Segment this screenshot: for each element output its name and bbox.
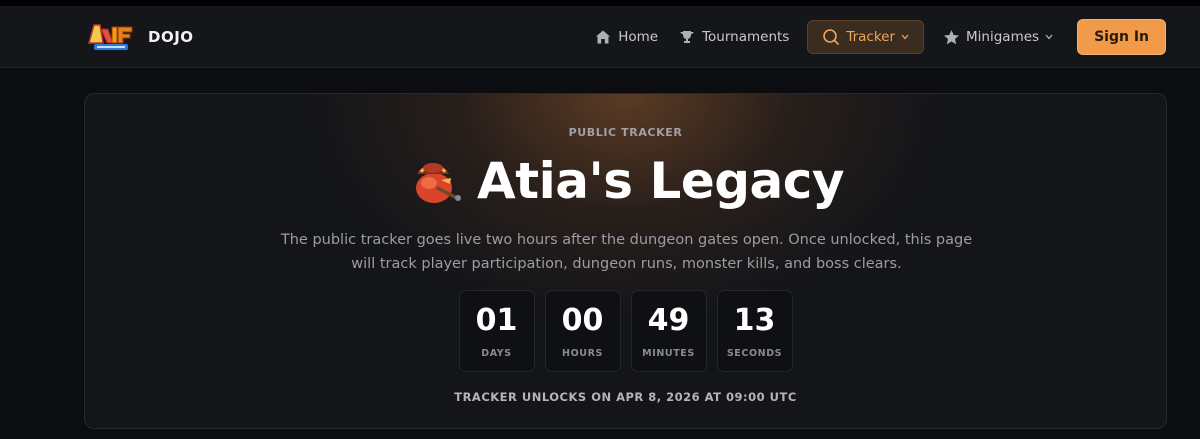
star-icon: [942, 28, 960, 46]
chevron-down-icon: [1045, 33, 1053, 41]
countdown-value: 49: [647, 303, 690, 338]
countdown-seconds: 13 SECONDS: [716, 290, 793, 372]
nav-tournaments[interactable]: Tournaments: [668, 20, 799, 54]
unlock-date-text: TRACKER UNLOCKS ON APR 8, 2026 AT 09:00 …: [454, 390, 797, 404]
brand[interactable]: DOJO: [86, 20, 194, 54]
nav-minigames-label: Minigames: [966, 29, 1040, 45]
nav-minigames[interactable]: Minigames: [932, 20, 1063, 54]
sign-in-button[interactable]: Sign In: [1077, 19, 1166, 55]
countdown-value: 00: [561, 303, 604, 338]
nav-home-label: Home: [618, 29, 659, 45]
nav-tracker[interactable]: Tracker: [807, 20, 925, 54]
atia-pot-icon: [407, 152, 465, 210]
countdown-label: DAYS: [481, 348, 512, 359]
search-icon: [822, 28, 840, 46]
nav-tracker-label: Tracker: [846, 29, 896, 45]
nav-tournaments-label: Tournaments: [702, 29, 790, 45]
countdown-timer: 01 DAYS 00 HOURS 49 MINUTES 13 SECONDS: [85, 290, 1166, 372]
navbar: DOJO Home Tournaments Tracker Minigames …: [0, 6, 1200, 68]
trophy-icon: [678, 28, 696, 46]
countdown-label: SECONDS: [726, 348, 783, 359]
countdown-label: MINUTES: [642, 348, 695, 359]
tracker-hero-card: PUBLIC TRACKER Atia's Legacy The public …: [84, 93, 1167, 429]
chevron-down-icon: [901, 33, 909, 41]
eyebrow-label: PUBLIC TRACKER: [568, 126, 683, 139]
axie-infinity-logo: [86, 21, 136, 53]
countdown-label: HOURS: [562, 348, 603, 359]
countdown-value: 01: [475, 303, 518, 338]
brand-name: DOJO: [148, 28, 194, 46]
countdown-value: 13: [733, 303, 776, 338]
hero-description: The public tracker goes live two hours a…: [280, 232, 973, 272]
nav-home[interactable]: Home: [584, 20, 668, 54]
home-icon: [594, 28, 612, 46]
title-row: Atia's Legacy: [85, 152, 1166, 210]
countdown-days: 01 DAYS: [458, 290, 535, 372]
page-title: Atia's Legacy: [477, 152, 845, 210]
main-nav: Home Tournaments Tracker Minigames Sign …: [584, 19, 1166, 55]
countdown-hours: 00 HOURS: [544, 290, 621, 372]
countdown-minutes: 49 MINUTES: [630, 290, 707, 372]
